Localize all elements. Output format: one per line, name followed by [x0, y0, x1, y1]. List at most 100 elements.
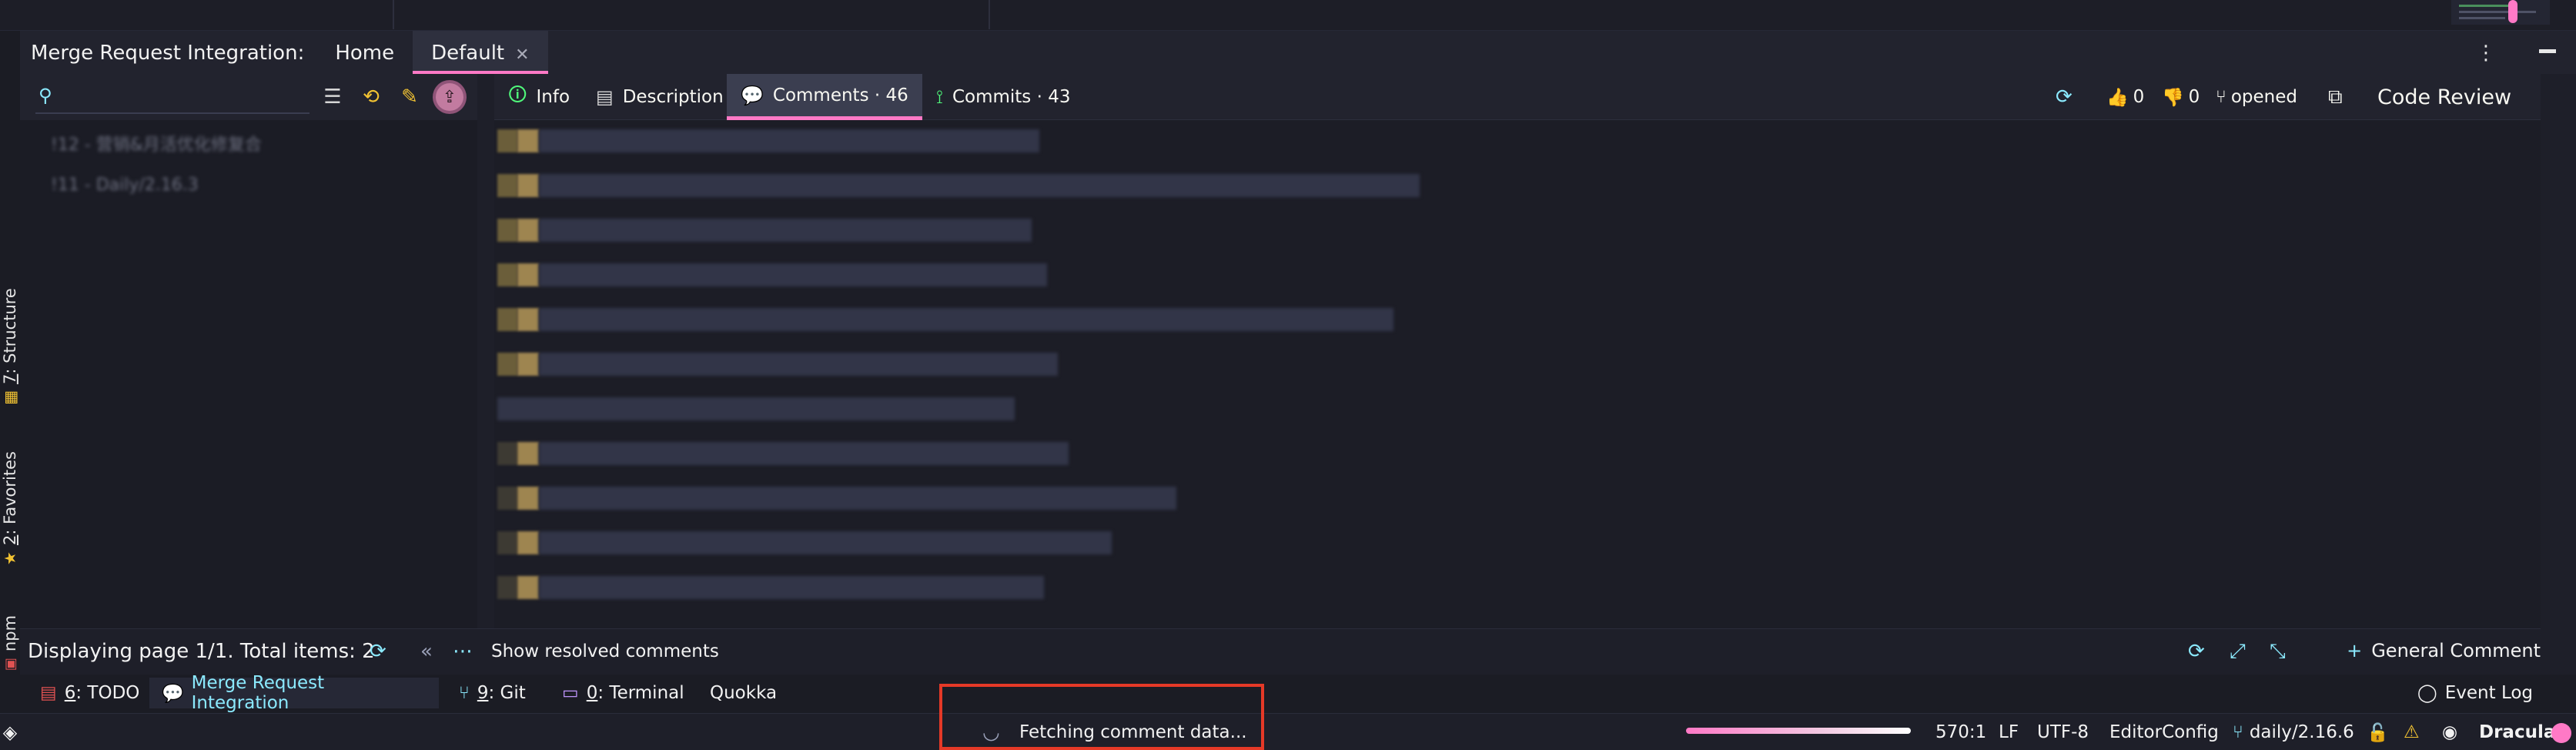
event-log-tab[interactable]: ◯ Event Log: [2405, 678, 2545, 708]
npm-icon: ▣: [2, 658, 18, 671]
favorites-tab-number: 2: [1, 534, 20, 546]
minimize-icon[interactable]: [2539, 49, 2556, 53]
line-separator[interactable]: LF: [1999, 714, 2019, 750]
quokka-tab-label: Quokka: [710, 683, 778, 703]
tab-default[interactable]: Default ✕: [413, 31, 548, 74]
search-field[interactable]: ⚲: [35, 80, 309, 114]
general-comment-label: General Comment: [2371, 640, 2541, 661]
general-comment-button[interactable]: + General Comment: [2347, 640, 2541, 661]
plus-icon: +: [2347, 640, 2363, 661]
list-item[interactable]: !12 - 营销&月活优化修复合: [51, 131, 262, 155]
more-vertical-icon[interactable]: ⋮: [2476, 42, 2496, 65]
tab-default-label: Default: [431, 42, 505, 65]
comments-panel: [494, 120, 2541, 628]
todo-tab-label: : TODO: [75, 683, 140, 703]
panel-splitter[interactable]: [477, 74, 494, 628]
progress-bar: [1686, 728, 1911, 734]
tool-window-title: Merge Request Integration:: [31, 42, 305, 65]
tab-info[interactable]: 🛈 Info: [494, 74, 584, 120]
more-horizontal-icon[interactable]: ⋯: [453, 640, 473, 663]
page-info: Displaying page 1/1. Total items: 2: [28, 640, 375, 663]
comments-icon: 💬: [741, 84, 764, 106]
terminal-icon: ▭: [562, 683, 579, 703]
thumbs-down-count: 0: [2188, 87, 2200, 107]
list-item[interactable]: !11 - Daily/2.16.3: [51, 176, 199, 199]
search-input[interactable]: [66, 85, 297, 108]
thumbs-down-icon: 👎: [2162, 87, 2184, 108]
thumbs-up-button[interactable]: 👍 0: [2106, 74, 2144, 120]
comments-footer: Displaying page 1/1. Total items: 2 ⟳ « …: [20, 628, 2541, 675]
tab-home-label: Home: [335, 42, 395, 65]
list-icon[interactable]: ☰: [319, 83, 346, 111]
favorites-tab[interactable]: ★ 2: Favorites: [0, 431, 20, 585]
theme-name[interactable]: Dracula: [2479, 714, 2555, 750]
tab-home[interactable]: Home: [316, 31, 413, 74]
document-icon: ▤: [596, 86, 614, 108]
event-log-label: Event Log: [2444, 683, 2534, 703]
status-bar: ◈ ◡ Fetching comment data... 570:1 LF UT…: [0, 713, 2576, 750]
todo-tab[interactable]: ▤ 6: TODO: [28, 678, 152, 708]
cursor-position[interactable]: 570:1: [1935, 714, 1986, 750]
comments-scrollbar[interactable]: [2541, 120, 2576, 628]
lock-icon[interactable]: 🔓: [2367, 714, 2389, 750]
chevron-double-left-icon[interactable]: «: [420, 640, 433, 663]
edit-icon[interactable]: ✎: [396, 83, 423, 111]
left-tool-stripe: ▦ 7: Structure ★ 2: Favorites ▣ npm: [0, 31, 20, 724]
git-tab-label: : Git: [488, 683, 526, 703]
thumbs-up-count: 0: [2133, 87, 2145, 107]
expand-icon[interactable]: ⤢: [2230, 640, 2246, 664]
git-branch: daily/2.16.6: [2249, 722, 2354, 742]
editorconfig-status[interactable]: EditorConfig: [2109, 714, 2219, 750]
editor-scroll-marker[interactable]: [2508, 0, 2517, 23]
merge-request-icon: ⑂: [2216, 87, 2226, 107]
warning-icon[interactable]: ⚠: [2404, 714, 2420, 750]
npm-tab-label: npm: [1, 614, 19, 652]
todo-tab-number: 6: [64, 683, 76, 703]
search-icon: ⚲: [38, 85, 52, 106]
merge-request-integration-tab-label: Merge Request Integration: [191, 673, 325, 713]
editor-divider: [393, 0, 394, 29]
editor-minimap[interactable]: [2451, 0, 2550, 25]
sync-icon[interactable]: ⟳: [2188, 640, 2205, 663]
bottom-tool-stripe: ▤ 6: TODO 💬 Merge Request Integration ⑂ …: [0, 673, 2576, 713]
thumbs-up-icon: 👍: [2106, 87, 2129, 108]
thumbs-down-button[interactable]: 👎 0: [2162, 74, 2200, 120]
git-branch-widget[interactable]: ⑂ daily/2.16.6: [2233, 714, 2354, 750]
git-tab[interactable]: ⑂ 9: Git: [447, 678, 538, 708]
open-external-icon[interactable]: ⧉: [2328, 74, 2343, 120]
highlight-box: [939, 684, 1264, 750]
file-encoding[interactable]: UTF-8: [2037, 714, 2089, 750]
structure-tab-label: : Structure: [1, 288, 20, 374]
structure-icon: ▦: [1, 390, 20, 405]
tab-comments[interactable]: 💬 Comments · 46: [727, 74, 922, 120]
commit-icon: ⟟: [936, 86, 943, 108]
structure-tab[interactable]: ▦ 7: Structure: [0, 270, 20, 424]
inspector-icon[interactable]: ◉: [2442, 714, 2457, 750]
tab-commits[interactable]: ⟟ Commits · 43: [922, 74, 1084, 120]
state-label: opened: [2230, 87, 2297, 107]
refresh-icon[interactable]: ⟳: [2056, 74, 2073, 120]
quokka-tab[interactable]: Quokka: [698, 678, 789, 708]
tab-description[interactable]: ▤ Description: [582, 74, 738, 120]
terminal-tab[interactable]: ▭ 0: Terminal: [550, 678, 697, 708]
theme-indicator-icon: [2551, 723, 2571, 743]
event-log-icon: ◯: [2417, 683, 2437, 703]
code-review-button[interactable]: Code Review: [2377, 74, 2511, 120]
merge-request-integration-tab[interactable]: 💬 Merge Request Integration: [149, 673, 439, 713]
comments-icon: 💬: [162, 683, 184, 704]
tab-comments-label: Comments · 46: [772, 85, 908, 105]
close-icon[interactable]: ✕: [515, 45, 529, 65]
star-icon: ★: [1, 551, 20, 565]
collapse-icon[interactable]: ⤡: [2270, 640, 2286, 664]
publish-icon[interactable]: ⇪: [436, 83, 463, 111]
tab-description-label: Description: [622, 87, 724, 107]
history-icon[interactable]: ⟲: [357, 83, 385, 111]
editor-tab-strip: [0, 0, 2576, 31]
tab-commits-label: Commits · 43: [952, 87, 1071, 107]
terminal-tab-number: 0: [586, 683, 598, 703]
show-resolved-comments-toggle[interactable]: Show resolved comments: [491, 641, 719, 661]
reload-icon[interactable]: ⟳: [370, 640, 386, 663]
editor-divider: [989, 0, 990, 29]
layers-icon[interactable]: ◈: [0, 714, 20, 750]
merge-request-toolbar: ⚲ ☰ ⟲ ✎ ⇪: [20, 74, 477, 120]
